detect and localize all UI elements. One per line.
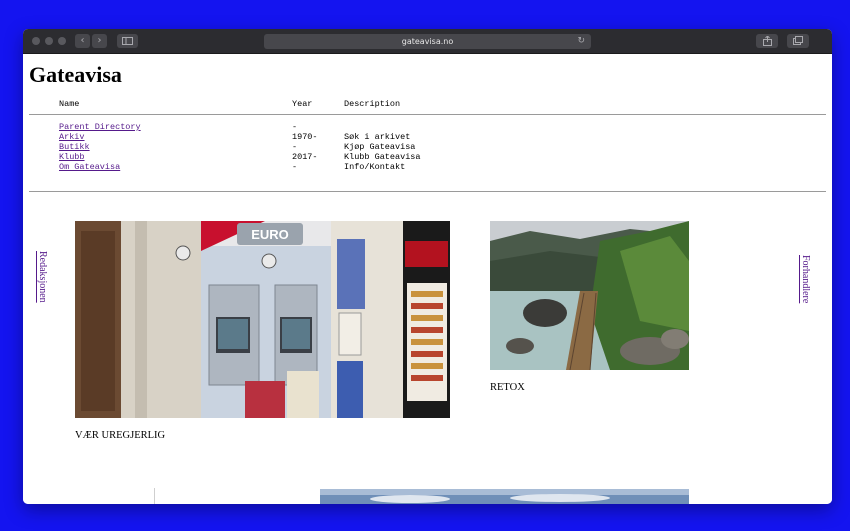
article-caption[interactable]: VÆR UREGJERLIG [75, 430, 165, 441]
share-button[interactable] [756, 34, 778, 48]
url-text: gateavisa.no [401, 37, 454, 46]
atm-photo[interactable]: EURO [75, 221, 450, 418]
coast-photo[interactable] [490, 221, 689, 370]
zoom-window-button[interactable] [58, 37, 66, 45]
row-year: - [292, 162, 298, 172]
reload-icon[interactable]: ↻ [577, 34, 585, 49]
listing-divider [29, 191, 826, 192]
forhandlere-link[interactable]: Forhandlere [800, 255, 811, 303]
article-caption[interactable]: RETOX [490, 382, 525, 393]
redaksjonen-link[interactable]: Redaksjonen [37, 251, 48, 303]
column-header-year[interactable]: Year [292, 99, 312, 109]
column-divider [154, 488, 155, 504]
row-year: 1970- [292, 132, 318, 142]
tabs-button[interactable] [787, 34, 809, 48]
close-window-button[interactable] [32, 37, 40, 45]
directory-row: Klubb 2017- Klubb Gateavisa [23, 152, 523, 162]
address-bar[interactable]: gateavisa.no ↻ [264, 34, 591, 49]
row-year: - [292, 142, 298, 152]
header-divider [29, 114, 826, 115]
sidebar-icon [122, 37, 133, 45]
partial-photo[interactable] [320, 489, 689, 504]
arkiv-link[interactable]: Arkiv [59, 132, 85, 142]
back-button[interactable]: ‹ [75, 34, 90, 48]
chevron-left-icon: ‹ [80, 35, 85, 46]
tabs-icon [793, 36, 803, 45]
parent-directory-link[interactable]: Parent Directory [59, 122, 141, 132]
row-year: 2017- [292, 152, 318, 162]
row-description: Info/Kontakt [344, 162, 406, 172]
butikk-link[interactable]: Butikk [59, 142, 90, 152]
om-gateavisa-link[interactable]: Om Gateavisa [59, 162, 120, 172]
row-description: Klubb Gateavisa [344, 152, 421, 162]
share-icon [762, 35, 772, 46]
minimize-window-button[interactable] [45, 37, 53, 45]
directory-row: Arkiv 1970- Søk i arkivet [23, 132, 523, 142]
site-title: Gateavisa [29, 62, 122, 87]
chevron-right-icon: › [97, 35, 102, 46]
directory-row: Butikk - Kjøp Gateavisa [23, 142, 523, 152]
klubb-link[interactable]: Klubb [59, 152, 85, 162]
forward-button[interactable]: › [92, 34, 107, 48]
row-description: Søk i arkivet [344, 132, 411, 142]
browser-window: ‹ › gateavisa.no ↻ Gateavisa Name Year D… [23, 29, 832, 504]
column-header-description[interactable]: Description [344, 99, 400, 109]
directory-row: Parent Directory - [23, 122, 523, 132]
row-description: Kjøp Gateavisa [344, 142, 416, 152]
web-page: Gateavisa Name Year Description Parent D… [23, 54, 832, 504]
sidebar-button[interactable] [117, 34, 138, 48]
directory-row: Om Gateavisa - Info/Kontakt [23, 162, 523, 172]
row-year: - [292, 122, 298, 132]
euro-sign: EURO [251, 227, 289, 242]
browser-toolbar: ‹ › gateavisa.no ↻ [23, 29, 832, 54]
column-header-name[interactable]: Name [59, 99, 79, 109]
